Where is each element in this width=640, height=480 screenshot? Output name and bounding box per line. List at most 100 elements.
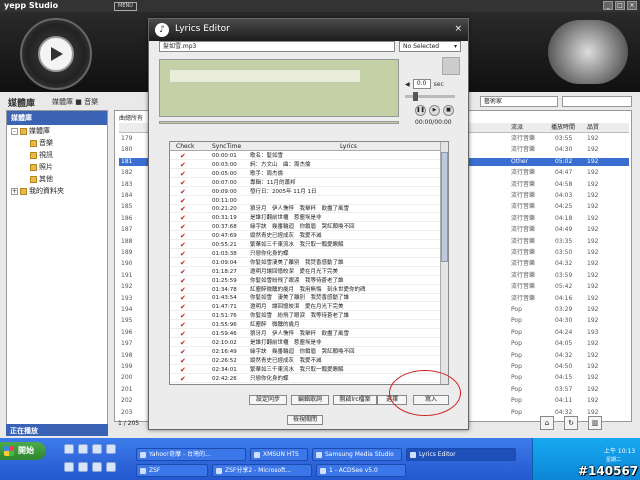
tree-item[interactable]: 其他 (7, 173, 107, 185)
checkmark-icon[interactable]: ✔ (180, 322, 186, 329)
start-button[interactable]: 開始 (0, 442, 46, 460)
checkmark-icon[interactable]: ✔ (180, 161, 186, 168)
checkmark-icon[interactable]: ✔ (180, 348, 186, 355)
lyric-row[interactable]: ✔ 00:09:00 發行日：2005年 11月 1日 (170, 188, 440, 196)
checkmark-icon[interactable]: ✔ (180, 179, 186, 186)
checkmark-icon[interactable]: ✔ (180, 277, 186, 284)
tree-spacer[interactable] (21, 176, 28, 183)
quick-launch-icon[interactable] (64, 444, 74, 454)
menu-button[interactable]: MENU (114, 2, 137, 11)
lyric-row[interactable]: ✔ 00:00:01 歌名：髮如雪 (170, 152, 440, 160)
collapse-icon[interactable]: - (11, 127, 18, 135)
bitrate-column-header[interactable]: 品質 (587, 123, 599, 133)
checkmark-icon[interactable]: ✔ (180, 170, 186, 177)
quick-launch-icon[interactable] (106, 444, 116, 454)
checkmark-icon[interactable]: ✔ (180, 295, 186, 302)
open-lrc-button[interactable]: 開啟lrc檔案 (333, 395, 377, 405)
tree-item[interactable]: 視訊 (7, 149, 107, 161)
lyric-row[interactable]: ✔ 01:09:04 你髮如雪淒美了離別 我焚香感動了誰 (170, 259, 440, 267)
quick-launch-icon[interactable] (78, 462, 88, 472)
taskbar-button[interactable]: XMSUN HTS (250, 448, 308, 461)
library-tree-header[interactable]: 媒體庫 (7, 111, 107, 125)
search-input[interactable] (562, 96, 632, 107)
lyric-row[interactable]: ✔ 00:47:69 縱然青史已經成灰 我愛不滅 (170, 232, 440, 241)
apply-button[interactable]: 選擇 (377, 395, 407, 405)
expand-icon[interactable]: + (11, 187, 18, 195)
lyric-row[interactable]: ✔ 00:07:00 專輯：11月的蕭邦 (170, 179, 440, 187)
taskbar-button[interactable]: Yahoo!奇摩 - 台灣的... (136, 448, 246, 461)
checkmark-icon[interactable]: ✔ (180, 197, 186, 204)
checkmark-icon[interactable]: ✔ (180, 233, 186, 240)
lyric-row[interactable]: ✔ 01:59:46 狼牙月 伊人憔悴 我舉杯 飲盡了風雪 (170, 330, 440, 338)
checkmark-icon[interactable]: ✔ (180, 206, 186, 213)
checkmark-icon[interactable]: ✔ (180, 339, 186, 346)
taskbar-button[interactable]: 1 - ACDSee v5.0 (316, 464, 406, 477)
now-playing-button[interactable]: 正在播放 (6, 424, 108, 436)
checkmark-icon[interactable]: ✔ (180, 286, 186, 293)
seek-bar[interactable] (159, 121, 399, 124)
lyric-row[interactable]: ✔ 02:10:02 是誰打翻前世櫃 惹塵埃是非 (170, 339, 440, 347)
lyric-row[interactable]: ✔ 00:55:21 繁華如三千東流水 我只取一瓢愛瞭解 (170, 241, 440, 249)
quick-launch-icon[interactable] (106, 462, 116, 472)
checkmark-icon[interactable]: ✔ (180, 188, 186, 195)
tree-spacer[interactable] (21, 140, 28, 147)
checkmark-icon[interactable]: ✔ (180, 215, 186, 222)
lyric-row[interactable]: ✔ 02:16:49 緣字訣 幾番輪迴 你鎖眉 哭紅顏喚不回 (170, 348, 440, 356)
offset-input[interactable]: 0.0 (412, 79, 431, 89)
checkmark-icon[interactable]: ✔ (180, 313, 186, 320)
tree-item[interactable]: 照片 (7, 161, 107, 173)
offset-decrease-icon[interactable]: ◀ (405, 81, 410, 88)
checkmark-icon[interactable]: ✔ (180, 331, 186, 338)
play-icon[interactable]: ▶ (429, 105, 440, 116)
tree-spacer[interactable] (21, 164, 28, 171)
quick-launch-icon[interactable] (64, 462, 74, 472)
lyrics-scrollbar-thumb[interactable] (441, 152, 448, 262)
tree-item[interactable]: + 我的資料夾 (7, 185, 107, 197)
stop-icon[interactable]: ■ (443, 105, 454, 116)
checkmark-icon[interactable]: ✔ (180, 357, 186, 364)
lyric-row[interactable]: ✔ 01:34:78 紅塵醉微醺的歲月 我用無悔 刻永世愛你的碑 (170, 286, 440, 294)
lyric-row[interactable]: ✔ 00:03:00 詞：方文山 曲：周杰倫 (170, 161, 440, 169)
lyric-row[interactable]: ✔ 00:37:68 緣字訣 幾番輪迴 你鎖眉 哭紅顏喚不回 (170, 223, 440, 232)
lyric-row[interactable]: ✔ 01:18:27 邀明月讓回憶皎潔 愛在月光下完美 (170, 268, 440, 276)
close-icon[interactable]: × (454, 24, 462, 34)
clock-time[interactable]: 上午 10:13 (604, 446, 635, 455)
lyric-row[interactable]: ✔ 02:42:26 只戀你化身的蝶 (170, 375, 440, 383)
write-button[interactable]: 寫入 (413, 395, 449, 405)
duration-column-header[interactable]: 播放時間 (551, 123, 575, 133)
minimize-icon[interactable]: _ (603, 1, 613, 10)
artist-dropdown[interactable]: 藝術家 (480, 96, 558, 107)
lyric-row[interactable]: ✔ 00:21:20 狼牙月 伊人憔悴 我舉杯 飲盡了風雪 (170, 205, 440, 214)
selection-dropdown[interactable]: No Selected ▾ (399, 41, 461, 52)
volume-slider-handle[interactable] (413, 92, 418, 101)
lyric-row[interactable]: ✔ 01:55:96 紅塵醉 微醺的歲月 (170, 321, 440, 330)
quick-launch-icon[interactable] (92, 462, 102, 472)
trash-icon[interactable]: ▥ (588, 416, 602, 430)
quick-launch-icon[interactable] (78, 444, 88, 454)
lyric-row[interactable]: ✔ 01:51:76 你髮如雪 紛飛了眼淚 我等待蒼老了誰 (170, 312, 440, 321)
checkmark-icon[interactable]: ✔ (180, 268, 186, 275)
all-tracks-tab[interactable]: 曲總所有 (119, 113, 143, 122)
checkmark-icon[interactable]: ✔ (180, 375, 186, 382)
taskbar-button[interactable]: Samsung Media Studio (312, 448, 402, 461)
checkmark-icon[interactable]: ✔ (180, 242, 186, 249)
maximize-icon[interactable]: □ (615, 1, 625, 10)
pause-icon[interactable]: ❚❚ (415, 105, 426, 116)
taskbar-button[interactable]: ZSF (136, 464, 208, 477)
lyric-row[interactable]: ✔ 01:47:71 邀明月 讓回憶皎潔 愛在月光下完美 (170, 303, 440, 312)
quick-launch-icon[interactable] (92, 444, 102, 454)
refresh-icon[interactable]: ↻ (564, 416, 578, 430)
lyric-row[interactable]: ✔ 00:05:00 歌手：周杰倫 (170, 170, 440, 178)
checkmark-icon[interactable]: ✔ (180, 259, 186, 266)
edit-lyrics-button[interactable]: 編輯歌詞 (291, 395, 329, 405)
tree-item[interactable]: 音樂 (7, 137, 107, 149)
lyric-row[interactable]: ✔ 00:31:19 是誰打翻前世櫃 惹塵埃是非 (170, 214, 440, 223)
taskbar-button[interactable]: Lyrics Editor (406, 448, 516, 461)
checkmark-icon[interactable]: ✔ (180, 304, 186, 311)
lyric-row[interactable]: ✔ 01:03:38 只戀你化身的蝶 (170, 250, 440, 258)
tree-item[interactable]: - 媒體庫 (7, 125, 107, 137)
close-view-button[interactable]: 檢視關閉 (287, 415, 323, 425)
lyric-row[interactable]: ✔ 02:26:52 縱然青史已經成灰 我愛不滅 (170, 357, 440, 365)
lyric-row[interactable]: ✔ 01:43:54 你髮如雪 淒美了離別 我焚香感動了誰 (170, 294, 440, 303)
taskbar-button[interactable]: ZSF分享2 - Microsoft... (212, 464, 312, 477)
